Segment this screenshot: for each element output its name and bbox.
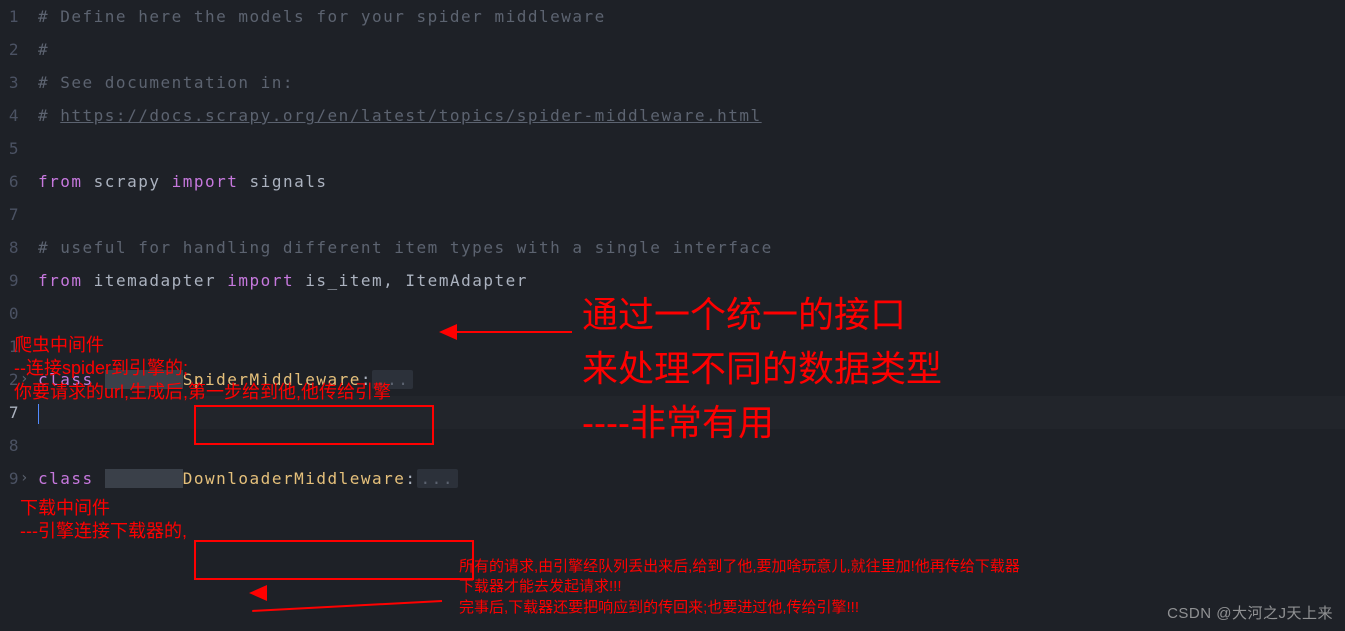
chevron-right-icon[interactable]: › (20, 462, 30, 495)
doc-link[interactable]: https://docs.scrapy.org/en/latest/topics… (60, 106, 761, 125)
line-number: 9 (0, 264, 20, 297)
line-number: 7 (0, 198, 20, 231)
line-number: 2 (0, 33, 20, 66)
comment-text: # (38, 40, 49, 59)
line-number: 8 (0, 231, 20, 264)
line-number: 4 (0, 99, 20, 132)
import-line: from scrapy import signals (38, 165, 1345, 198)
line-number: 6 (0, 165, 20, 198)
class-definition-spider[interactable]: ›class J██iEndSpiderMiddleware:... (38, 363, 1345, 396)
comment-text: # useful for handling different item typ… (38, 238, 773, 257)
line-number: 2 (0, 363, 20, 396)
code-editor[interactable]: 1 2 3 4 5 6 7 8 9 0 1 2 7 8 9 # Define h… (0, 0, 1345, 631)
line-number: 9 (0, 462, 20, 495)
line-number: 3 (0, 66, 20, 99)
line-number-gutter: 1 2 3 4 5 6 7 8 9 0 1 2 7 8 9 (0, 0, 32, 631)
line-number: 8 (0, 429, 20, 462)
line-number: 5 (0, 132, 20, 165)
class-definition-downloader[interactable]: ›class J██iEndDownloaderMiddleware:... (38, 462, 1345, 495)
line-number: 1 (0, 0, 20, 33)
import-line: from itemadapter import is_item, ItemAda… (38, 264, 1345, 297)
active-line[interactable] (38, 396, 1345, 429)
line-number: 0 (0, 297, 20, 330)
comment-text: # Define here the models for your spider… (38, 7, 606, 26)
chevron-right-icon[interactable]: › (20, 363, 30, 396)
fold-indicator[interactable]: ... (372, 370, 413, 389)
watermark-text: CSDN @大河之J天上来 (1167, 602, 1333, 623)
code-content[interactable]: # Define here the models for your spider… (32, 0, 1345, 631)
text-cursor (38, 404, 39, 424)
fold-indicator[interactable]: ... (417, 469, 458, 488)
line-number: 1 (0, 330, 20, 363)
comment-text: # See documentation in: (38, 73, 294, 92)
comment-text: # (38, 106, 60, 125)
line-number: 7 (0, 396, 20, 429)
